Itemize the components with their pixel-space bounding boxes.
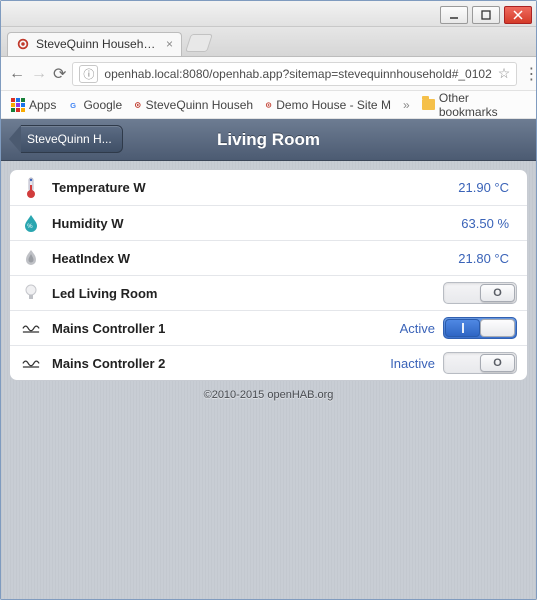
bookmarks-bar: Apps G Google SteveQuinn Househ Demo Hou… bbox=[1, 91, 536, 119]
thermometer-icon bbox=[20, 177, 42, 199]
tab-close-icon[interactable]: × bbox=[166, 37, 173, 51]
tab-strip: SteveQuinn Household × bbox=[1, 27, 536, 57]
os-titlebar bbox=[1, 1, 536, 27]
reading-row-heatindex[interactable]: HeatIndex W 21.80 °C bbox=[10, 240, 527, 275]
svg-text:G: G bbox=[70, 100, 76, 109]
toggle-switch[interactable] bbox=[443, 317, 517, 339]
address-bar[interactable]: ⓘ openhab.local:8080/openhab.app?sitemap… bbox=[72, 62, 517, 86]
back-button[interactable]: ← bbox=[9, 63, 25, 85]
browser-tab[interactable]: SteveQuinn Household × bbox=[7, 32, 182, 56]
apps-label: Apps bbox=[29, 98, 56, 112]
item-label: Led Living Room bbox=[52, 286, 157, 301]
browser-window: SteveQuinn Household × ← → ⟳ ⓘ openhab.l… bbox=[0, 0, 537, 600]
minimize-button[interactable] bbox=[440, 6, 468, 24]
switch-row-mains-2: Mains Controller 2 Inactive O bbox=[10, 345, 527, 380]
page-header: SteveQuinn H... Living Room bbox=[1, 119, 536, 161]
wave-icon bbox=[20, 317, 42, 339]
toggle-switch[interactable]: O bbox=[443, 352, 517, 374]
item-value: 21.90 °C bbox=[458, 180, 509, 195]
item-value: 63.50 % bbox=[461, 216, 509, 231]
page-viewport: SteveQuinn H... Living Room Temperature … bbox=[1, 119, 536, 599]
item-status: Active bbox=[400, 321, 435, 336]
reading-row-temperature[interactable]: Temperature W 21.90 °C bbox=[10, 170, 527, 205]
item-label: HeatIndex W bbox=[52, 251, 130, 266]
url-text: openhab.local:8080/openhab.app?sitemap=s… bbox=[104, 67, 491, 81]
chevron-left-icon bbox=[9, 125, 21, 153]
bookmark-demohouse[interactable]: Demo House - Site M bbox=[265, 98, 391, 112]
openhab-favicon-icon bbox=[16, 37, 30, 51]
folder-icon bbox=[422, 99, 435, 110]
browser-menu-button[interactable]: ⋮ bbox=[523, 64, 537, 84]
wave-icon bbox=[20, 352, 42, 374]
maximize-button[interactable] bbox=[472, 6, 500, 24]
window-controls bbox=[440, 4, 536, 24]
bookmark-star-icon[interactable]: ☆ bbox=[498, 65, 511, 82]
page-title: Living Room bbox=[217, 130, 320, 150]
item-label: Mains Controller 2 bbox=[52, 356, 165, 371]
openhab-favicon-icon bbox=[265, 98, 272, 112]
item-label: Humidity W bbox=[52, 216, 124, 231]
svg-text:%: % bbox=[27, 224, 33, 230]
item-label: Temperature W bbox=[52, 180, 146, 195]
breadcrumb-back-button[interactable]: SteveQuinn H... bbox=[9, 125, 123, 153]
bookmark-label: SteveQuinn Househ bbox=[146, 98, 253, 112]
items-panel: Temperature W 21.90 °C % Humidity W 63.5… bbox=[9, 169, 528, 381]
toggle-switch[interactable]: O bbox=[443, 282, 517, 304]
bookmark-label: Google bbox=[83, 98, 122, 112]
breadcrumb-label: SteveQuinn H... bbox=[27, 132, 112, 146]
apps-grid-icon bbox=[11, 98, 25, 112]
item-value: 21.80 °C bbox=[458, 251, 509, 266]
new-tab-button[interactable] bbox=[185, 34, 213, 52]
forward-button[interactable]: → bbox=[31, 63, 47, 85]
page-footer: ©2010-2015 openHAB.org bbox=[1, 389, 536, 401]
humidity-icon: % bbox=[20, 212, 42, 234]
bulb-icon bbox=[20, 282, 42, 304]
heatindex-icon bbox=[20, 247, 42, 269]
openhab-favicon-icon bbox=[134, 98, 142, 112]
item-label: Mains Controller 1 bbox=[52, 321, 165, 336]
apps-shortcut[interactable]: Apps bbox=[11, 98, 56, 112]
reading-row-humidity[interactable]: % Humidity W 63.50 % bbox=[10, 205, 527, 240]
reload-button[interactable]: ⟳ bbox=[53, 63, 66, 85]
google-favicon-icon: G bbox=[68, 98, 79, 112]
close-button[interactable] bbox=[504, 6, 532, 24]
other-bookmarks-label: Other bookmarks bbox=[439, 91, 526, 119]
tab-title: SteveQuinn Household bbox=[36, 37, 156, 51]
switch-row-mains-1: Mains Controller 1 Active bbox=[10, 310, 527, 345]
site-info-icon[interactable]: ⓘ bbox=[79, 65, 98, 83]
bookmarks-overflow-icon[interactable]: » bbox=[403, 98, 410, 112]
other-bookmarks[interactable]: Other bookmarks bbox=[422, 91, 526, 119]
switch-row-led: Led Living Room O bbox=[10, 275, 527, 310]
bookmark-stevequinn[interactable]: SteveQuinn Househ bbox=[134, 98, 253, 112]
item-status: Inactive bbox=[390, 356, 435, 371]
bookmark-google[interactable]: G Google bbox=[68, 98, 122, 112]
bookmark-label: Demo House - Site M bbox=[276, 98, 391, 112]
toolbar: ← → ⟳ ⓘ openhab.local:8080/openhab.app?s… bbox=[1, 57, 536, 91]
